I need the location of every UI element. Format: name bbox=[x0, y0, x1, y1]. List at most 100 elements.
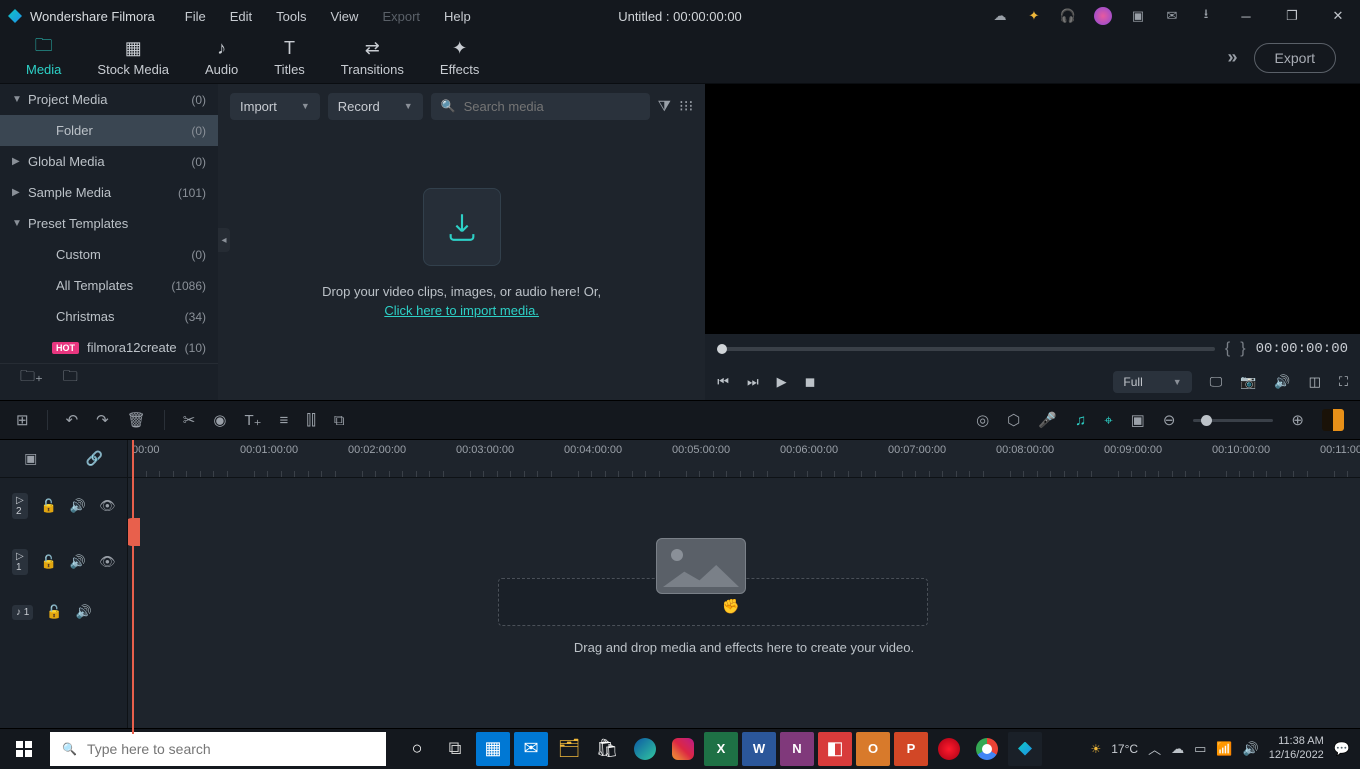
system-clock[interactable]: 11:38 AM 12/16/2022 bbox=[1269, 735, 1324, 761]
menu-tools[interactable]: Tools bbox=[266, 5, 316, 28]
mark-out-icon[interactable]: } bbox=[1240, 340, 1245, 358]
windows-search[interactable]: 🔍 bbox=[50, 732, 386, 766]
compare-icon[interactable]: ◫ bbox=[1309, 374, 1321, 390]
instagram-icon[interactable] bbox=[666, 732, 700, 766]
save-icon[interactable]: ▣ bbox=[1130, 8, 1146, 24]
excel-icon[interactable]: X bbox=[704, 732, 738, 766]
tray-cloud-icon[interactable]: ☁ bbox=[1171, 741, 1184, 757]
avatar-icon[interactable] bbox=[1094, 7, 1112, 25]
new-folder-icon[interactable]: 🗀₊ bbox=[20, 366, 43, 391]
weather-icon[interactable]: ☀ bbox=[1090, 742, 1101, 756]
tab-stock-media[interactable]: ▦Stock Media bbox=[79, 34, 187, 81]
speed-button[interactable]: ≡ bbox=[280, 412, 289, 429]
apps-icon[interactable]: ⊞ bbox=[16, 411, 29, 429]
cut-button[interactable]: ✂ bbox=[183, 411, 196, 429]
timeline-options-icon[interactable]: ▣ bbox=[24, 450, 37, 467]
explorer-icon[interactable]: 🗂 bbox=[552, 732, 586, 766]
sidebar-item-christmas[interactable]: Christmas(34) bbox=[0, 301, 218, 332]
track-area[interactable]: 00:0000:01:00:0000:02:00:0000:03:00:0000… bbox=[128, 440, 1360, 734]
outlook-icon[interactable]: O bbox=[856, 732, 890, 766]
redo-button[interactable]: ↷ bbox=[96, 411, 109, 429]
target-icon[interactable]: ◎ bbox=[976, 411, 989, 429]
marker-add-icon[interactable]: ▣ bbox=[1131, 411, 1145, 429]
idea-icon[interactable]: ✦ bbox=[1026, 8, 1042, 24]
media-drop-zone[interactable]: Drop your video clips, images, or audio … bbox=[218, 108, 705, 400]
app-icon[interactable]: ▦ bbox=[476, 732, 510, 766]
powerpoint-icon[interactable]: P bbox=[894, 732, 928, 766]
more-tabs-icon[interactable]: » bbox=[1228, 47, 1238, 68]
crop-tool-icon[interactable]: ⧉ bbox=[334, 412, 345, 429]
close-button[interactable]: ✕ bbox=[1324, 6, 1352, 26]
notifications-icon[interactable]: 💬 bbox=[1334, 741, 1350, 757]
playhead-grip[interactable] bbox=[128, 518, 140, 546]
start-button[interactable] bbox=[0, 729, 48, 769]
preview-scrubber[interactable] bbox=[717, 347, 1215, 351]
tab-effects[interactable]: ✦Effects bbox=[422, 34, 498, 81]
wifi-icon[interactable]: 📶 bbox=[1216, 741, 1232, 757]
undo-button[interactable]: ↶ bbox=[66, 411, 79, 429]
tab-media[interactable]: 🗀Media bbox=[8, 34, 79, 81]
fullscreen-icon[interactable]: ⛶ bbox=[1339, 374, 1348, 390]
speaker-icon[interactable]: 🔊 bbox=[76, 604, 92, 620]
word-icon[interactable]: W bbox=[742, 732, 776, 766]
menu-help[interactable]: Help bbox=[434, 5, 481, 28]
store-icon[interactable]: 🛍 bbox=[590, 732, 624, 766]
track-head-video-1[interactable]: ▷ 1🔓🔊👁 bbox=[0, 534, 127, 590]
sidebar-item-custom[interactable]: Custom(0) bbox=[0, 239, 218, 270]
sidebar-item-all-templates[interactable]: All Templates(1086) bbox=[0, 270, 218, 301]
snapshot-icon[interactable]: 📷 bbox=[1240, 374, 1256, 390]
adjust-button[interactable]: ⫿⫿ bbox=[306, 412, 316, 429]
maximize-button[interactable]: ❐ bbox=[1278, 6, 1306, 26]
app-icon-red[interactable]: ◧ bbox=[818, 732, 852, 766]
zoom-slider[interactable] bbox=[1193, 419, 1273, 422]
quality-dropdown[interactable]: Full▼ bbox=[1113, 371, 1191, 393]
windows-search-input[interactable] bbox=[87, 741, 374, 757]
opera-icon[interactable] bbox=[932, 732, 966, 766]
filmora-taskbar-icon[interactable] bbox=[1008, 732, 1042, 766]
mail-icon[interactable]: ✉ bbox=[1164, 8, 1180, 24]
shield-icon[interactable]: ⬡ bbox=[1007, 411, 1020, 429]
folder-icon[interactable]: 🗀 bbox=[63, 366, 78, 391]
mark-in-icon[interactable]: { bbox=[1225, 340, 1230, 358]
battery-icon[interactable]: ▭ bbox=[1194, 741, 1206, 757]
delete-button[interactable]: 🗑 bbox=[127, 411, 146, 429]
export-button[interactable]: Export bbox=[1254, 43, 1336, 73]
sidebar-item-preset-templates[interactable]: ▼Preset Templates bbox=[0, 208, 218, 239]
menu-view[interactable]: View bbox=[320, 5, 368, 28]
eye-icon[interactable]: 👁 bbox=[99, 498, 116, 514]
chrome-icon[interactable] bbox=[970, 732, 1004, 766]
sidebar-item-project-media[interactable]: ▼Project Media(0) bbox=[0, 84, 218, 115]
crop-button[interactable]: ◉ bbox=[213, 411, 226, 429]
download-icon[interactable]: ⭳ bbox=[1198, 8, 1214, 24]
tab-titles[interactable]: TTitles bbox=[256, 34, 323, 81]
next-frame-button[interactable]: ⏭ bbox=[747, 374, 759, 390]
sound-icon[interactable]: 🔊 bbox=[1243, 741, 1259, 757]
headset-icon[interactable]: 🎧 bbox=[1060, 8, 1076, 24]
cortana-icon[interactable]: ○ bbox=[400, 732, 434, 766]
lock-icon[interactable]: 🔓 bbox=[41, 498, 57, 514]
minimize-button[interactable]: ─ bbox=[1232, 6, 1260, 26]
cloud-icon[interactable]: ☁ bbox=[992, 8, 1008, 24]
time-ruler[interactable]: 00:0000:01:00:0000:02:00:0000:03:00:0000… bbox=[128, 440, 1360, 478]
sidebar-collapse-handle[interactable]: ◂ bbox=[218, 228, 230, 252]
volume-icon[interactable]: 🔊 bbox=[1274, 374, 1290, 390]
link-icon[interactable]: 🔗 bbox=[85, 450, 102, 467]
play-button[interactable]: ▶ bbox=[777, 374, 787, 390]
zoom-out-button[interactable]: ⊖ bbox=[1163, 411, 1176, 429]
menu-file[interactable]: File bbox=[175, 5, 216, 28]
preview-viewport[interactable] bbox=[705, 84, 1360, 334]
track-head-audio-1[interactable]: ♪ 1🔓🔊 bbox=[0, 590, 127, 634]
display-icon[interactable]: 🖵 bbox=[1210, 374, 1223, 390]
edge-icon[interactable] bbox=[628, 732, 662, 766]
speaker-icon[interactable]: 🔊 bbox=[70, 498, 86, 514]
speaker-icon[interactable]: 🔊 bbox=[70, 554, 86, 570]
sidebar-item-global-media[interactable]: ▶Global Media(0) bbox=[0, 146, 218, 177]
sidebar-item-folder[interactable]: Folder(0) bbox=[0, 115, 218, 146]
sidebar-item-sample-media[interactable]: ▶Sample Media(101) bbox=[0, 177, 218, 208]
track-row[interactable] bbox=[128, 478, 1360, 534]
track-head-video-2[interactable]: ▷ 2🔓🔊👁 bbox=[0, 478, 127, 534]
lock-icon[interactable]: 🔓 bbox=[41, 554, 57, 570]
magnet-icon[interactable]: ⌖ bbox=[1104, 412, 1112, 429]
weather-temp[interactable]: 17°C bbox=[1111, 742, 1138, 756]
mic-icon[interactable]: 🎤 bbox=[1038, 411, 1057, 429]
